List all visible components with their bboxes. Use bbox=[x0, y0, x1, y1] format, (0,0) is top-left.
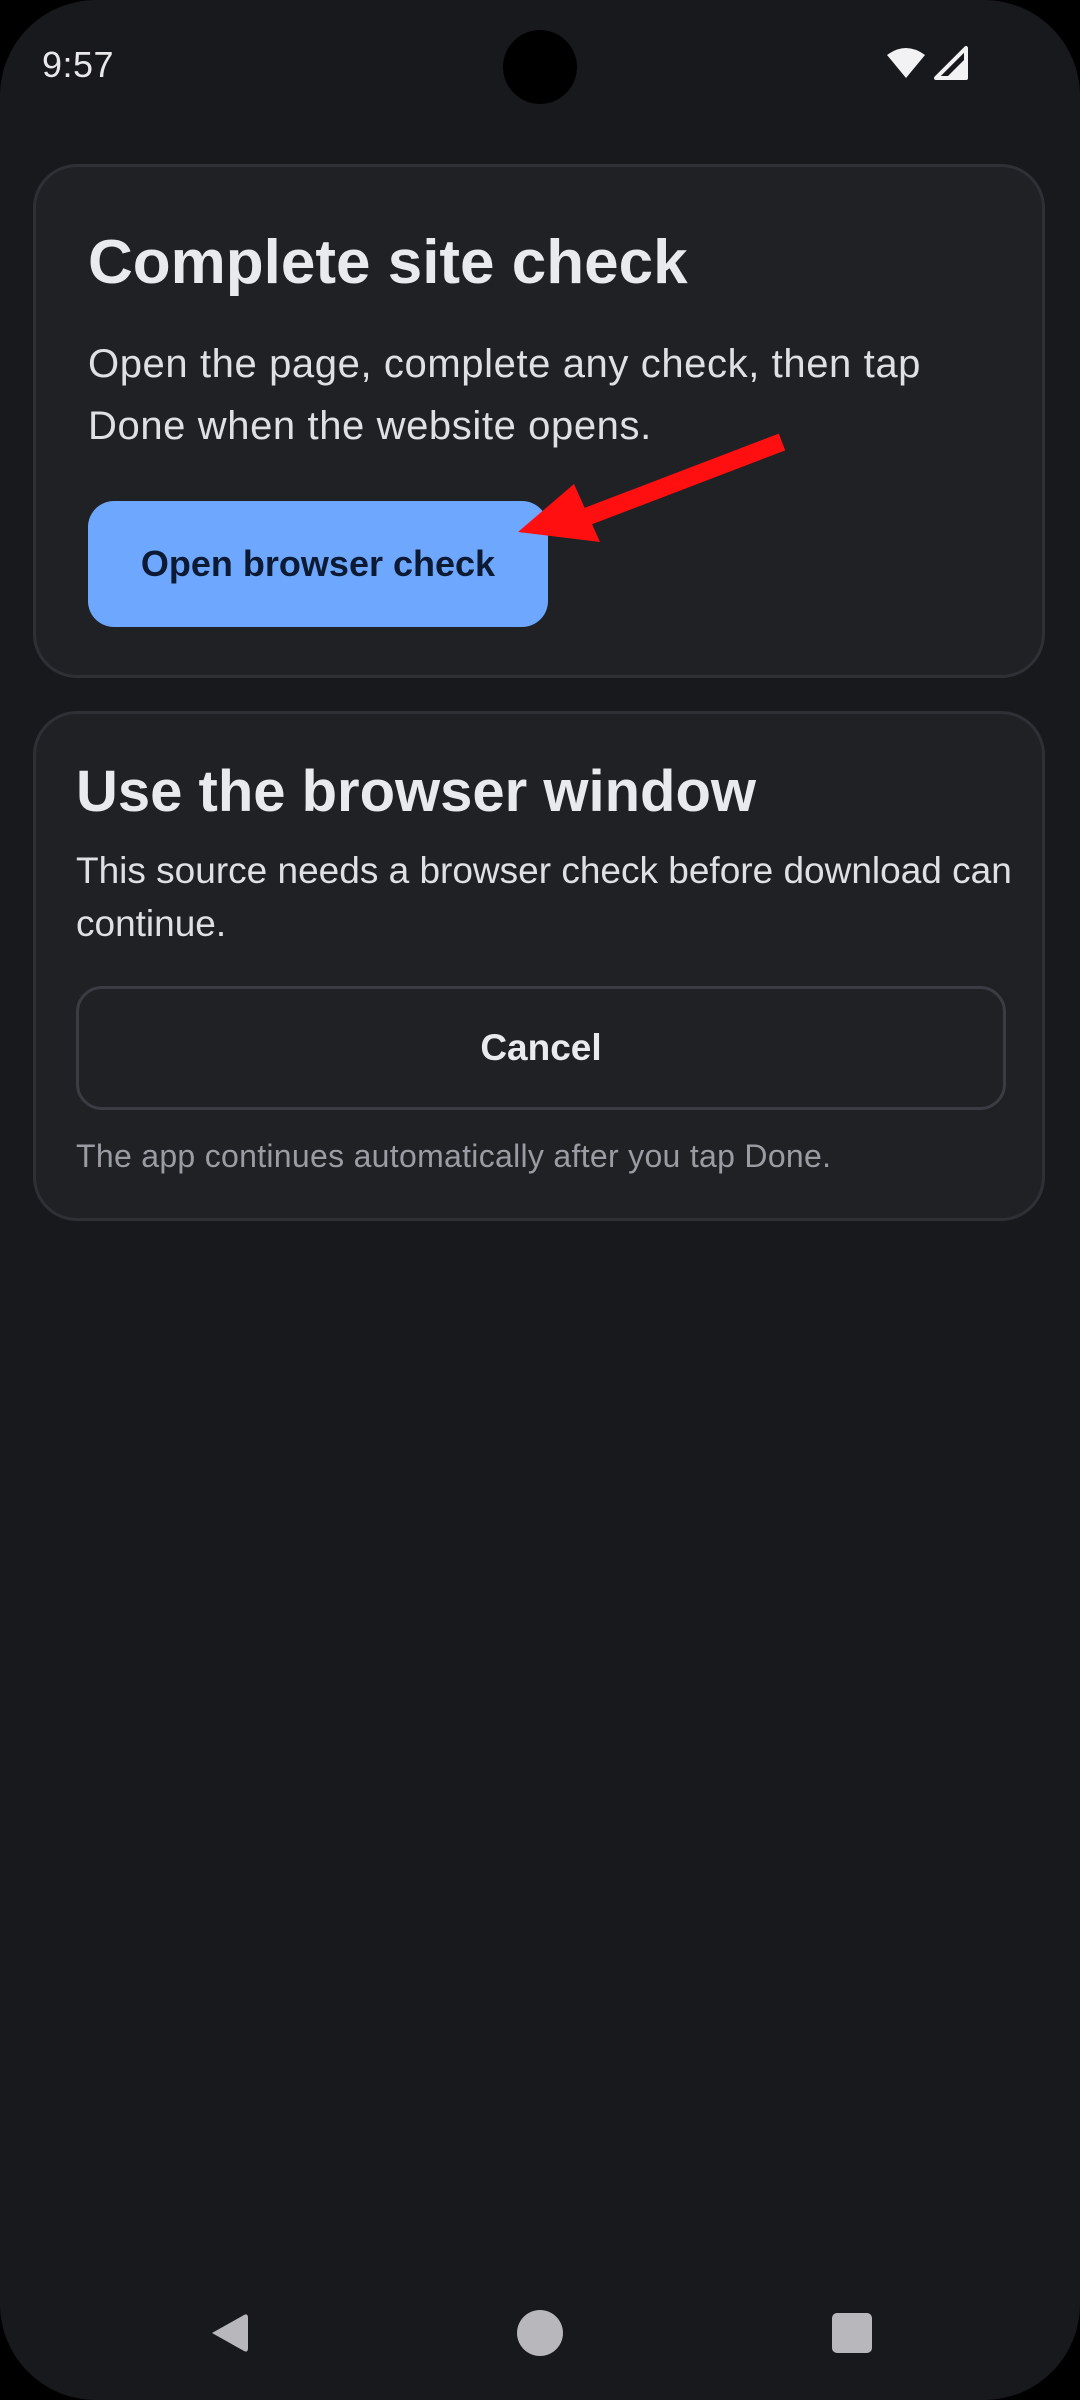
wifi-icon bbox=[886, 47, 926, 79]
open-browser-check-button[interactable]: Open browser check bbox=[88, 501, 548, 627]
helper-text: The app continues automatically after yo… bbox=[76, 1138, 832, 1174]
back-icon bbox=[206, 2309, 250, 2362]
browser-window-card: Use the browser window This source needs… bbox=[33, 711, 1045, 1221]
status-icons bbox=[886, 46, 968, 80]
site-check-title: Complete site check bbox=[88, 228, 688, 297]
home-button[interactable] bbox=[490, 2270, 590, 2400]
red-arrow-icon bbox=[500, 420, 800, 555]
cancel-button[interactable]: Cancel bbox=[76, 986, 1006, 1110]
back-button[interactable] bbox=[178, 2270, 278, 2400]
cellular-signal-icon bbox=[934, 46, 968, 80]
recents-icon bbox=[831, 2312, 873, 2359]
navigation-bar bbox=[0, 2270, 1080, 2400]
browser-window-title: Use the browser window bbox=[76, 759, 756, 824]
camera-cutout bbox=[503, 30, 577, 104]
app-screen: 9:57 Complete site check Open the page, … bbox=[0, 0, 1080, 2400]
home-icon bbox=[516, 2309, 564, 2362]
status-bar: 9:57 bbox=[0, 0, 1080, 130]
browser-window-description: This source needs a browser check before… bbox=[76, 850, 1012, 944]
recents-button[interactable] bbox=[802, 2270, 902, 2400]
status-time: 9:57 bbox=[42, 44, 115, 85]
